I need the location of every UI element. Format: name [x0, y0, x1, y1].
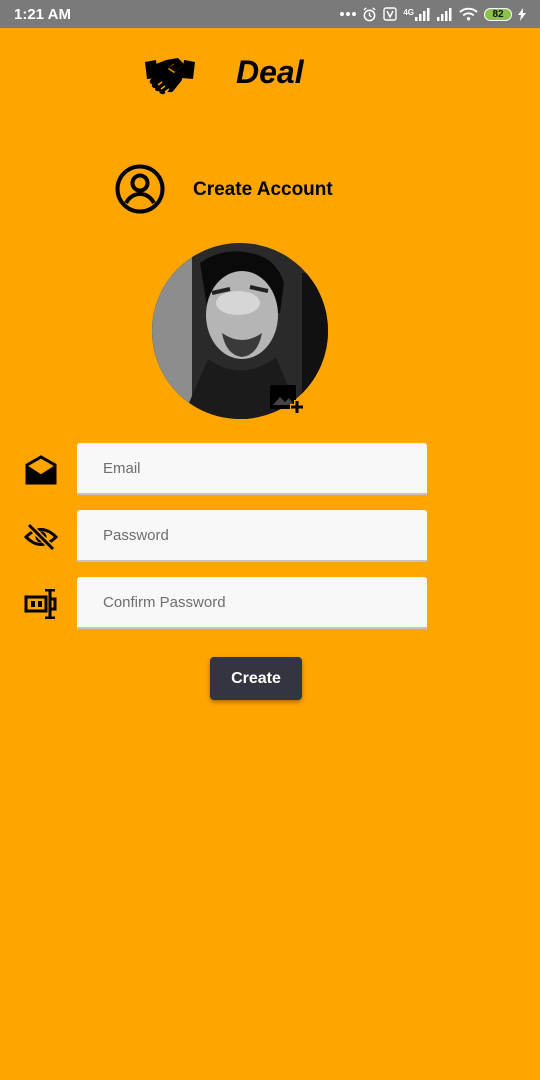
account-circle-icon [114, 163, 166, 220]
status-bar: 1:21 AM 4G 82 [0, 0, 540, 28]
network-label: 4G [403, 7, 414, 17]
volte-icon [383, 7, 398, 21]
app-header: Deal [0, 52, 540, 100]
alarm-icon [362, 6, 377, 22]
more-icon [340, 11, 357, 17]
password-field[interactable] [77, 510, 427, 562]
email-row [0, 443, 540, 497]
visibility-off-icon[interactable] [23, 522, 59, 552]
email-field[interactable] [77, 443, 427, 495]
battery-icon: 82 [484, 7, 512, 21]
status-time: 1:21 AM [14, 5, 71, 23]
section-header: Create Account [0, 163, 540, 215]
email-icon [24, 455, 58, 485]
signal-icon: 4G [403, 7, 431, 21]
create-button[interactable]: Create [210, 657, 302, 700]
confirm-password-row [0, 577, 540, 631]
section-title: Create Account [193, 179, 333, 200]
avatar-picker[interactable] [152, 243, 328, 419]
signal-icon [437, 7, 453, 21]
status-icons: 4G 82 [340, 6, 526, 22]
add-photo-icon[interactable] [270, 385, 304, 422]
password-row [0, 510, 540, 564]
password-text-icon [24, 588, 58, 620]
app-title: Deal [236, 54, 304, 90]
handshake-icon [144, 54, 196, 105]
charging-icon [518, 7, 526, 21]
confirm-password-field[interactable] [77, 577, 427, 629]
wifi-icon [459, 7, 478, 21]
